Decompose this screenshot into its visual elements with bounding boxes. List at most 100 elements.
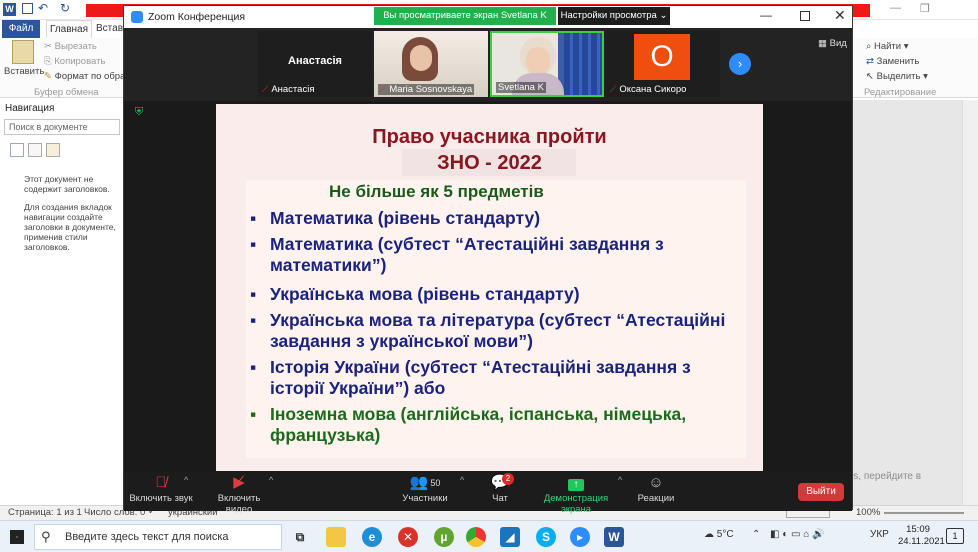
task-view-icon[interactable]: ⧉ xyxy=(290,527,310,547)
participants-icon: 👥 50 xyxy=(409,474,441,491)
nav-title: Навигация xyxy=(5,103,55,114)
participants-strip: Анастасія ⟋ Анастасія ⟋ Maria Sosnovskaya … xyxy=(124,28,852,101)
share-screen-button[interactable]: ↑ Демонстрация экрана xyxy=(528,471,624,515)
edge-icon[interactable]: e xyxy=(362,527,382,547)
grid-view-icon: ▦ xyxy=(818,38,830,49)
tab-home[interactable]: Главная xyxy=(46,20,92,38)
chevron-down-icon: ⌄ xyxy=(659,10,668,21)
video-person-face xyxy=(410,45,432,71)
weather-widget[interactable]: ☁ 5°C xyxy=(704,529,734,540)
navigation-pane: Навигация Поиск в документе Этот докумен… xyxy=(0,100,124,505)
reactions-icon: ☺ xyxy=(648,474,664,491)
nav-tab-results-icon[interactable] xyxy=(46,143,60,157)
zoom-slider[interactable] xyxy=(884,512,964,514)
presentation-slide: Право учасника пройти ЗНО - 2022 Не біль… xyxy=(216,104,763,472)
skype-icon[interactable]: S xyxy=(536,527,556,547)
next-page-arrow-icon[interactable]: › xyxy=(729,53,751,75)
zoom-window: Zoom Конференция Вы просматриваете экран… xyxy=(123,5,853,515)
video-options-caret-icon[interactable]: ^ xyxy=(269,475,273,485)
taskbar-search-input[interactable]: ⚲ Введите здесь текст для поиска xyxy=(34,524,282,550)
select-button[interactable]: ↖ Выделить ▾ xyxy=(866,71,928,82)
participant-avatar: О xyxy=(634,34,690,80)
bullet-dot: ▪ xyxy=(250,310,257,330)
paste-button[interactable]: Вставить xyxy=(4,66,44,77)
video-off-icon: ▶̸ xyxy=(233,474,245,491)
view-options-button[interactable]: Настройки просмотра ⌄ xyxy=(558,7,670,25)
paste-icon[interactable] xyxy=(12,40,34,64)
notification-center-icon[interactable]: 1 xyxy=(946,528,964,544)
shared-screen: ⛨ Право учасника пройти ЗНО - 2022 Не бі… xyxy=(124,101,852,472)
clock-date: 24.11.2021 xyxy=(898,536,945,547)
zoom-app-icon xyxy=(131,11,143,23)
taskbar-search-placeholder: Введите здесь текст для поиска xyxy=(65,531,229,543)
zoom-toolbar: 🎙̸ Включить звук ^ ▶̸ Включить видео ^ 👥… xyxy=(124,471,852,515)
video-person-face xyxy=(526,47,550,75)
replace-button[interactable]: ⇄ Заменить xyxy=(866,56,919,67)
nav-search-placeholder: Поиск в документе xyxy=(9,122,88,132)
view-button[interactable]: ▦ Вид xyxy=(818,38,847,49)
participant-label: Svetlana K xyxy=(496,82,546,93)
find-button[interactable]: ⌕ Найти ▾ xyxy=(866,41,909,52)
file-explorer-icon[interactable] xyxy=(326,527,346,547)
tab-insert[interactable]: Встав xyxy=(96,20,126,38)
maximize-zoom-icon[interactable] xyxy=(800,11,810,21)
show-hidden-icons[interactable]: ⌃ xyxy=(752,529,760,540)
app-red-icon[interactable]: ✕ xyxy=(398,527,418,547)
keyboard-language[interactable]: УКР xyxy=(870,529,889,540)
weather-cloud-icon: ☁ xyxy=(704,529,714,540)
nav-tab-pages-icon[interactable] xyxy=(28,143,42,157)
page-count[interactable]: Страница: 1 из 1 xyxy=(8,507,82,518)
zoom-percentage[interactable]: 100% xyxy=(856,507,880,518)
nav-search-input[interactable]: Поиск в документе xyxy=(4,119,120,135)
torrent-icon[interactable]: µ xyxy=(434,527,454,547)
audio-options-caret-icon[interactable]: ^ xyxy=(184,475,188,485)
vertical-scrollbar[interactable] xyxy=(962,100,978,505)
cut-button[interactable]: ✂ Вырезать xyxy=(44,41,97,52)
tab-file[interactable]: Файл xyxy=(2,20,40,38)
undo-icon[interactable]: ↶ xyxy=(38,1,48,15)
mic-muted-icon: ⟋ xyxy=(262,84,269,94)
minimize-word-icon[interactable]: — xyxy=(890,2,901,14)
participant-name-center: Анастасія xyxy=(288,55,342,67)
clock[interactable]: 15:09 24.11.2021 xyxy=(898,524,945,548)
chrome-icon[interactable] xyxy=(466,527,486,547)
participant-label: ⟋ Анастасія xyxy=(262,84,315,95)
start-video-button[interactable]: ▶̸ Включить видео xyxy=(204,471,274,515)
participant-tile-oksana[interactable]: О ⟋ Оксана Сикоро xyxy=(606,31,720,97)
participant-tile-svetlana[interactable]: Svetlana K xyxy=(490,31,604,97)
minimize-zoom-icon[interactable]: — xyxy=(760,8,772,22)
redo-icon[interactable]: ↻ xyxy=(60,1,70,15)
start-windows-icon[interactable] xyxy=(10,530,24,544)
word-taskbar-icon[interactable]: W xyxy=(604,527,624,547)
share-screen-icon: ↑ xyxy=(528,471,624,493)
save-icon[interactable] xyxy=(22,3,33,14)
scissors-icon: ✂ xyxy=(44,41,55,52)
copy-button[interactable]: ⎘ Копировать xyxy=(44,56,105,67)
participants-button[interactable]: 👥 50 Участники xyxy=(400,471,450,511)
slide-title-line-2: ЗНО - 2022 xyxy=(437,152,542,174)
sharing-banner: Вы просматриваете экран Svetlana K xyxy=(374,7,556,25)
participants-options-caret-icon[interactable]: ^ xyxy=(460,475,464,485)
app-blue-icon[interactable]: ◢ xyxy=(500,527,520,547)
chat-badge: 2 xyxy=(502,473,514,485)
brush-icon: ✎ xyxy=(44,71,55,82)
system-tray-icons[interactable]: ◧ ◐ ▭ ⌂ 🔊 xyxy=(770,529,825,540)
video-bookshelf xyxy=(564,33,602,95)
reactions-button[interactable]: ☺ Реакции xyxy=(634,471,678,511)
bullet-dot: ▪ xyxy=(250,284,257,304)
search-icon: ⚲ xyxy=(41,529,51,544)
nav-tab-headings-icon[interactable] xyxy=(10,143,24,157)
bullet-dot: ▪ xyxy=(250,208,257,228)
participant-tile-maria[interactable]: ⟋ Maria Sosnovskaya xyxy=(374,31,488,97)
close-zoom-icon[interactable]: ✕ xyxy=(834,7,846,24)
participant-label: ⟋ Оксана Сикоро xyxy=(610,84,687,95)
zoom-taskbar-icon[interactable]: ▸ xyxy=(570,527,590,547)
leave-button[interactable]: Выйти xyxy=(798,483,844,501)
nav-message-hint: Для создания вкладок навигации создайте … xyxy=(24,202,116,252)
format-painter-button[interactable]: ✎ Формат по образ xyxy=(44,71,130,82)
encryption-shield-icon[interactable]: ⛨ xyxy=(132,105,146,119)
clipboard-group-label: Буфер обмена xyxy=(34,87,99,98)
restore-word-icon[interactable]: ❐ xyxy=(920,2,930,15)
participant-tile-anastasia[interactable]: Анастасія ⟋ Анастасія xyxy=(258,31,372,97)
share-options-caret-icon[interactable]: ^ xyxy=(618,475,622,485)
